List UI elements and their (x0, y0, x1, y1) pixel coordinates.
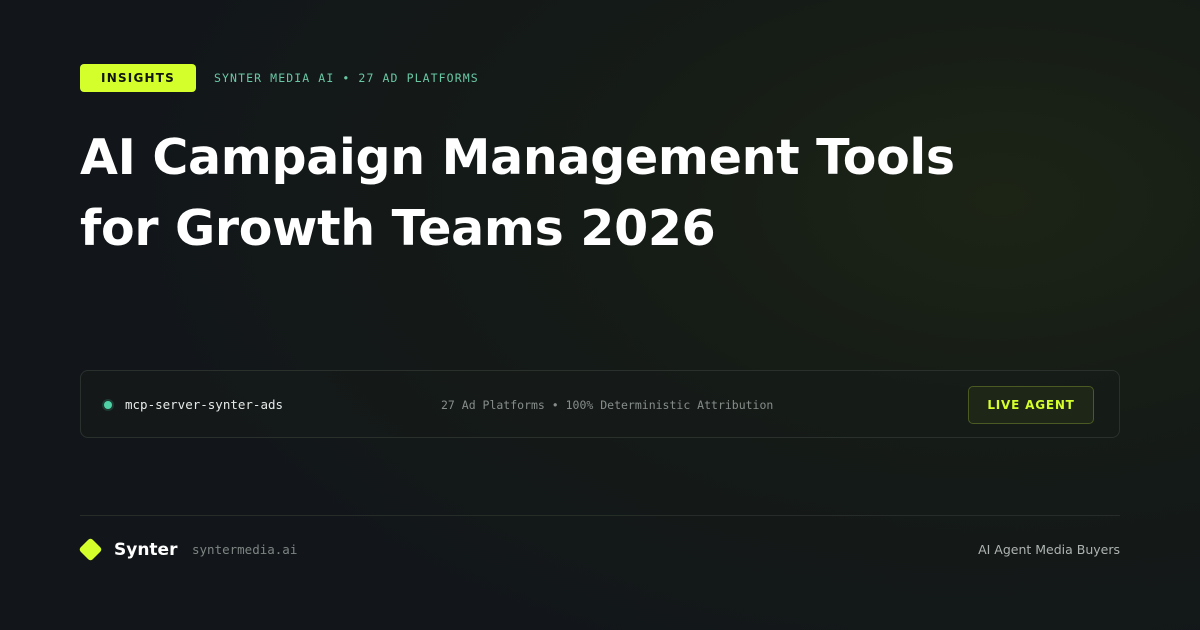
brand-name: Synter (114, 540, 178, 560)
footer-tagline: AI Agent Media Buyers (978, 542, 1120, 557)
top-meta: INSIGHTS SYNTER MEDIA AI • 27 AD PLATFOR… (80, 64, 479, 92)
brand-url-link[interactable]: syntermedia.ai (192, 534, 297, 566)
live-agent-button[interactable]: LIVE AGENT (968, 386, 1094, 424)
eyebrow-text: SYNTER MEDIA AI • 27 AD PLATFORMS (214, 71, 479, 85)
status-dot-icon (104, 401, 112, 409)
server-stats: 27 Ad Platforms • 100% Deterministic Att… (441, 398, 774, 412)
footer-divider (80, 515, 1120, 516)
page-title-line-1: AI Campaign Management Tools (80, 129, 955, 186)
diamond-logo-icon (78, 537, 103, 562)
server-card: mcp-server-synter-ads 27 Ad Platforms • … (80, 370, 1120, 438)
page-title-line-2: for Growth Teams 2026 (80, 200, 716, 257)
page-title: AI Campaign Management Tools for Growth … (80, 122, 1120, 264)
insights-badge: INSIGHTS (80, 64, 196, 92)
server-name: mcp-server-synter-ads (125, 397, 284, 412)
footer: Synter syntermedia.ai AI Agent Media Buy… (78, 534, 1120, 566)
